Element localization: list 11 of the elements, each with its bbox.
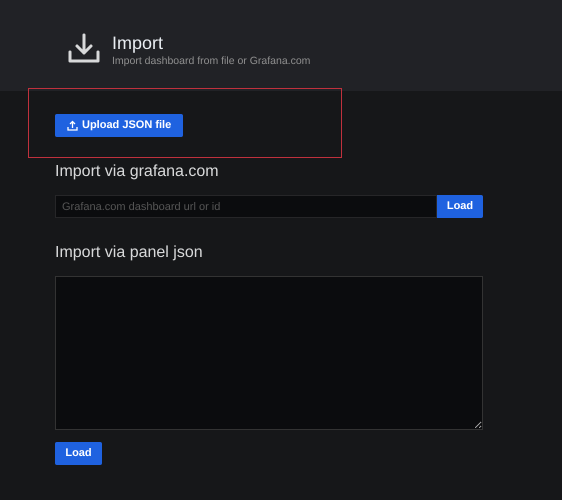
section-heading: Import via panel json bbox=[55, 243, 203, 263]
load-button[interactable]: Load bbox=[437, 195, 483, 218]
download-icon bbox=[68, 33, 100, 64]
upload-icon bbox=[67, 120, 78, 131]
panel-json-field[interactable] bbox=[55, 276, 483, 430]
page-subtitle: Import dashboard from file or Grafana.com bbox=[112, 54, 310, 68]
section-heading: Import via grafana.com bbox=[55, 162, 219, 182]
upload-button[interactable]: Upload JSON file bbox=[55, 114, 184, 137]
dashboard-url-field[interactable]: Grafana.com dashboard url or id bbox=[55, 195, 437, 218]
page-title: Import bbox=[112, 33, 164, 53]
load-button[interactable]: Load bbox=[55, 442, 102, 465]
